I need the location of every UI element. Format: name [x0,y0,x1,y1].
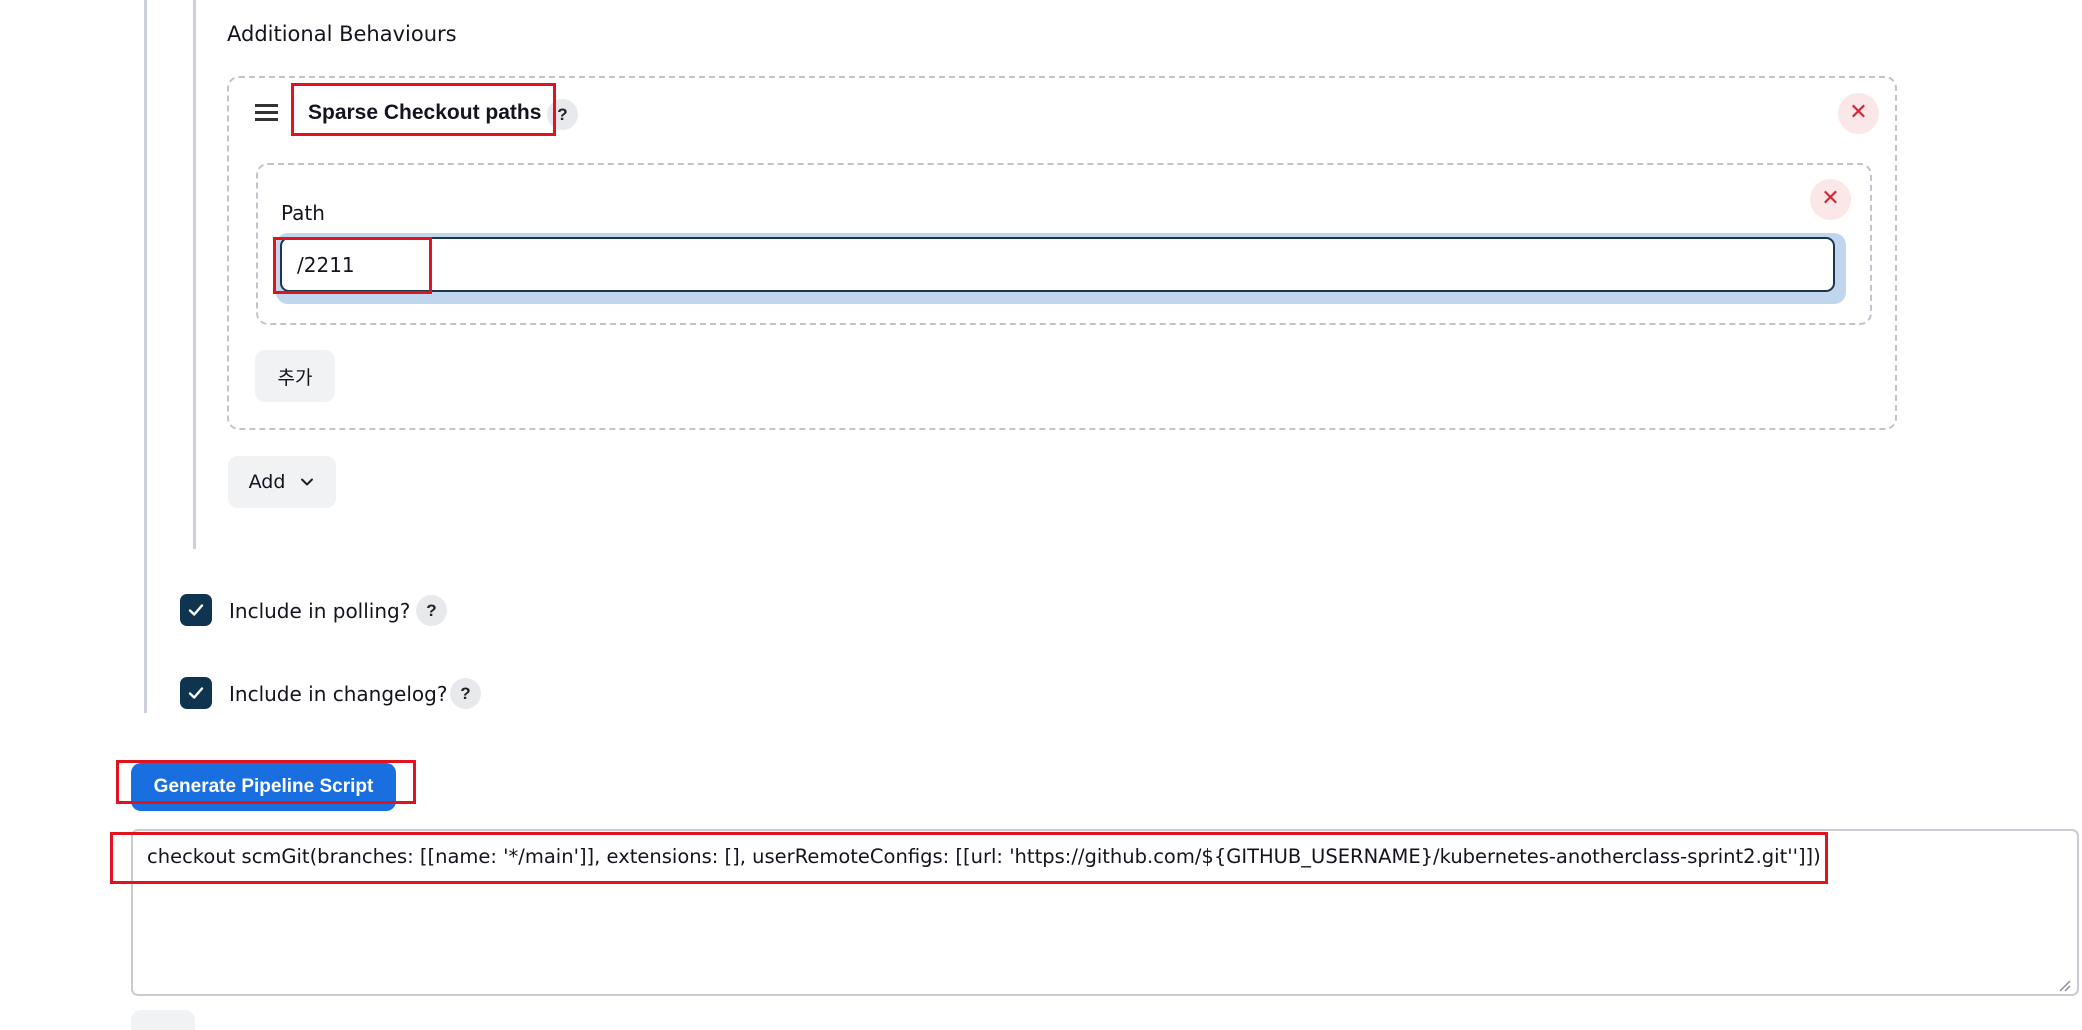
include-in-changelog-checkbox[interactable] [180,677,212,709]
generate-pipeline-script-button[interactable]: Generate Pipeline Script [131,763,396,811]
resize-grip-icon[interactable] [2057,978,2071,992]
remove-sparse-checkout-button[interactable]: ✕ [1838,93,1879,134]
check-icon [188,604,204,616]
path-input[interactable] [280,237,1835,292]
section-title: Additional Behaviours [227,22,457,46]
add-path-button[interactable]: 추가 [255,350,335,402]
check-icon [188,687,204,699]
include-in-polling-label: Include in polling? [229,599,411,623]
drag-handle-icon[interactable] [255,104,278,122]
include-in-polling-checkbox[interactable] [180,594,212,626]
include-in-polling-help-icon[interactable]: ? [416,595,447,626]
remove-path-button[interactable]: ✕ [1810,179,1851,220]
include-in-changelog-help-icon[interactable]: ? [450,678,481,709]
add-behaviour-button[interactable]: Add [228,456,336,508]
pipeline-script-output[interactable]: checkout scmGit(branches: [[name: '*/mai… [131,829,2079,996]
inner-guide-line [193,0,196,549]
path-input-focus-ring [276,233,1846,304]
add-behaviour-label: Add [248,471,286,493]
sparse-checkout-help-icon[interactable]: ? [547,99,578,130]
copy-button-partial[interactable] [131,1010,195,1030]
path-label: Path [281,201,325,225]
include-in-changelog-label: Include in changelog? [229,682,448,706]
outer-guide-line [144,0,147,713]
chevron-down-icon [301,478,314,486]
sparse-checkout-title: Sparse Checkout paths [308,101,542,124]
